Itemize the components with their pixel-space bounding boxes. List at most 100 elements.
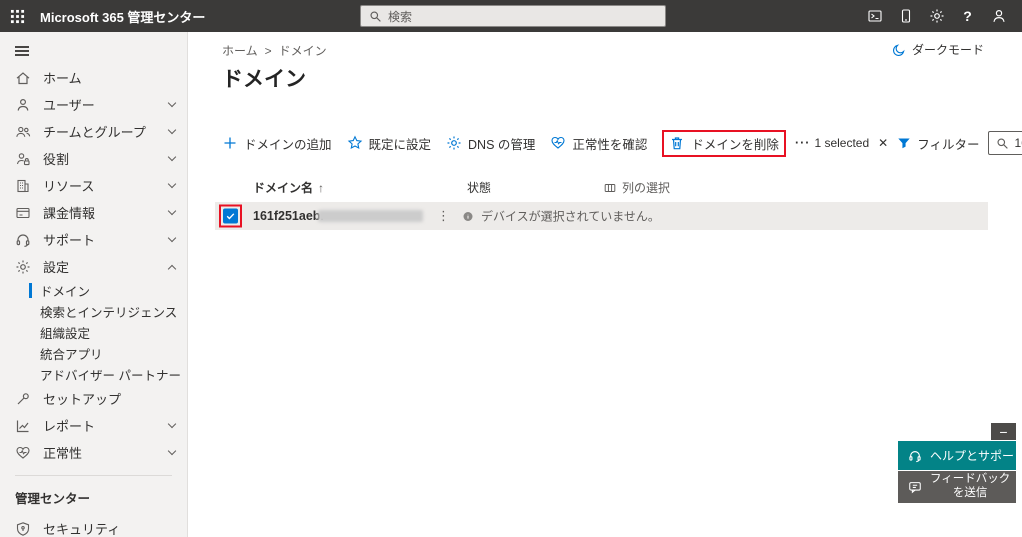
page-title: ドメイン <box>222 68 306 91</box>
terminal-icon <box>867 10 882 22</box>
minimize-help-button[interactable]: − <box>991 423 1016 440</box>
star-icon <box>347 135 363 151</box>
send-feedback-button[interactable]: フィードバック を送信 <box>898 471 1016 503</box>
table-header: ドメイン名 ↑ 状態 列の選択 <box>215 179 988 199</box>
app-title: Microsoft 365 管理センター <box>40 9 206 25</box>
chart-icon <box>15 418 31 434</box>
home-icon <box>15 70 31 86</box>
search-icon <box>370 10 381 22</box>
gear-icon <box>15 259 31 275</box>
moon-icon <box>892 43 905 56</box>
person-icon <box>992 9 1005 22</box>
wand-icon <box>15 391 31 407</box>
sidebar-item-users[interactable]: ユーザー <box>0 91 187 118</box>
dark-mode-toggle[interactable]: ダークモード <box>892 41 984 58</box>
selected-count: 1 selected <box>814 136 870 150</box>
sidebar-item-advisor-partner[interactable]: アドバイザー パートナー <box>0 364 187 385</box>
check-health-button[interactable]: 正常性を確認 <box>550 134 647 153</box>
search-value: 161f251aeb. <box>1014 136 1022 150</box>
checkbox-annotation-box <box>219 204 242 228</box>
help-support-button[interactable]: ヘルプとサポート <box>898 441 1022 470</box>
chevron-down-icon <box>167 98 177 108</box>
m365-admin-center-page: Microsoft 365 管理センター 検索 ? ホーム ユーザー チームとグ… <box>0 0 1022 537</box>
sidebar-item-domains[interactable]: ドメイン <box>0 280 187 301</box>
global-search-placeholder: 検索 <box>388 9 413 24</box>
mobile-app-button[interactable] <box>890 0 921 32</box>
redacted-text <box>318 210 423 222</box>
row-more-button[interactable]: ⋮ <box>437 208 450 224</box>
manage-dns-button[interactable]: DNS の管理 <box>446 134 535 153</box>
headset-icon <box>909 450 921 462</box>
column-header-domain-name[interactable]: ドメイン名 ↑ <box>253 179 324 196</box>
mobile-icon <box>901 9 910 23</box>
credit-card-icon <box>15 205 31 221</box>
people-icon <box>15 124 31 140</box>
minus-icon: − <box>999 423 1008 440</box>
chevron-down-icon <box>167 446 177 456</box>
sidebar-item-reports[interactable]: レポート <box>0 412 187 439</box>
column-header-status[interactable]: 状態 <box>467 179 491 196</box>
global-search-input[interactable]: 検索 <box>360 5 666 27</box>
command-bar-right: 1 selected ✕ フィルター 161f251aeb. ✕ <box>814 131 1022 155</box>
delete-domain-button[interactable]: ドメインを削除 <box>669 134 779 153</box>
admin-centers-header: 管理センター <box>15 492 91 506</box>
breadcrumb-home-link[interactable]: ホーム <box>222 42 258 59</box>
cloud-shell-button[interactable] <box>859 0 890 32</box>
sidebar-item-billing[interactable]: 課金情報 <box>0 199 187 226</box>
nav-collapse-button[interactable] <box>0 38 187 64</box>
sidebar-item-org-settings[interactable]: 組織設定 <box>0 322 187 343</box>
sidebar-item-settings[interactable]: 設定 <box>0 253 187 280</box>
chevron-up-icon <box>167 264 177 273</box>
gear-icon <box>930 9 943 23</box>
topbar-icon-group: ? <box>859 0 1014 32</box>
breadcrumb-separator: > <box>264 43 272 58</box>
choose-columns-button[interactable]: 列の選択 <box>603 179 670 196</box>
sidebar-item-home[interactable]: ホーム <box>0 64 187 91</box>
help-button[interactable]: ? <box>952 0 983 32</box>
sidebar-item-search-intelligence[interactable]: 検索とインテリジェンス <box>0 301 187 322</box>
filter-button[interactable]: フィルター <box>897 134 979 153</box>
chevron-down-icon <box>167 152 177 162</box>
shield-keyhole-icon <box>15 521 31 537</box>
table-row[interactable]: 161f251aeb. ⋮ デバイスが選択されていません。 <box>215 202 988 230</box>
sidebar-item-roles[interactable]: 役割 <box>0 145 187 172</box>
chevron-down-icon <box>167 233 177 243</box>
account-button[interactable] <box>983 0 1014 32</box>
sidebar-item-teams-groups[interactable]: チームとグループ <box>0 118 187 145</box>
settings-button[interactable] <box>921 0 952 32</box>
speech-bubble-icon <box>909 482 921 494</box>
sidebar-item-integrated-apps[interactable]: 統合アプリ <box>0 343 187 364</box>
sidebar-item-security[interactable]: セキュリティ <box>0 515 187 537</box>
headset-icon <box>15 232 31 248</box>
sidebar-item-support[interactable]: サポート <box>0 226 187 253</box>
app-launcher-button[interactable] <box>0 0 34 32</box>
sort-ascending-icon: ↑ <box>318 180 325 195</box>
top-app-bar: Microsoft 365 管理センター 検索 ? <box>0 0 1022 32</box>
sidebar-item-setup[interactable]: セットアップ <box>0 385 187 412</box>
user-icon <box>15 97 31 113</box>
hamburger-icon <box>15 43 29 58</box>
building-icon <box>15 178 31 194</box>
left-nav-sidebar: ホーム ユーザー チームとグループ 役割 リソース 課金情報 サポート 設定 ド… <box>0 32 188 537</box>
question-icon: ? <box>963 8 972 24</box>
domain-search-input[interactable]: 161f251aeb. ✕ <box>988 131 1022 155</box>
feedback-label: フィードバック を送信 <box>930 473 1011 499</box>
dark-mode-label: ダークモード <box>911 43 984 57</box>
columns-icon <box>604 183 616 192</box>
clear-selection-button[interactable]: ✕ <box>878 136 888 150</box>
sidebar-divider <box>15 475 172 476</box>
search-icon <box>997 137 1009 149</box>
status-cell: デバイスが選択されていません。 <box>462 208 660 225</box>
add-domain-button[interactable]: ドメインの追加 <box>222 134 332 153</box>
funnel-icon <box>898 138 910 149</box>
chevron-down-icon <box>167 179 177 189</box>
set-default-button[interactable]: 既定に設定 <box>347 134 431 153</box>
sidebar-item-health[interactable]: 正常性 <box>0 439 187 466</box>
gear-icon <box>446 135 462 151</box>
check-icon <box>226 213 235 220</box>
sidebar-item-resources[interactable]: リソース <box>0 172 187 199</box>
row-checkbox-checked[interactable] <box>223 208 238 224</box>
person-lock-icon <box>15 151 31 167</box>
breadcrumb: ホーム > ドメイン <box>222 42 327 59</box>
more-commands-button[interactable]: ··· <box>795 136 811 150</box>
